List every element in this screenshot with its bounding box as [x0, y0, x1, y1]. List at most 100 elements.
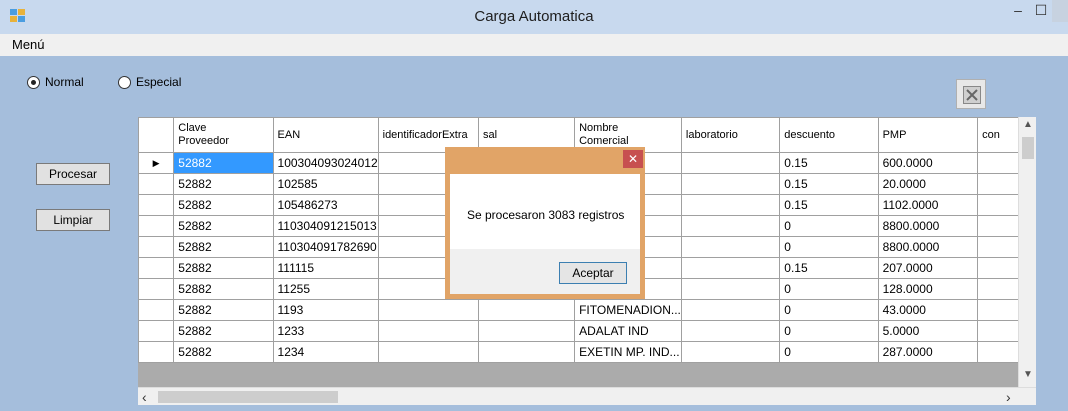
table-cell[interactable]: 0 [779, 278, 879, 300]
table-cell[interactable]: FITOMENADION... [574, 299, 682, 321]
table-cell[interactable]: 20.0000 [877, 173, 979, 195]
table-cell[interactable] [377, 320, 479, 342]
table-cell[interactable] [477, 341, 576, 363]
vertical-scrollbar[interactable]: ▲ ▼ [1018, 117, 1036, 387]
table-cell[interactable]: 0 [779, 299, 879, 321]
table-cell[interactable]: 52882 [173, 152, 274, 174]
column-header[interactable]: Clave Proveedor [173, 117, 274, 153]
table-cell[interactable]: 111115 [272, 257, 379, 279]
row-header[interactable] [138, 320, 175, 342]
table-cell[interactable]: 0.15 [779, 173, 879, 195]
table-cell[interactable]: 287.0000 [877, 341, 979, 363]
clear-button[interactable]: Limpiar [36, 209, 110, 231]
message-dialog: ✕ Se procesaron 3083 registros Aceptar [445, 147, 645, 299]
row-header[interactable] [138, 194, 175, 216]
table-cell[interactable] [680, 152, 781, 174]
table-cell[interactable]: 52882 [173, 173, 274, 195]
table-cell[interactable]: 52882 [173, 278, 274, 300]
table-cell[interactable]: 52882 [173, 236, 274, 258]
table-cell[interactable]: 8800.0000 [877, 215, 979, 237]
table-cell[interactable] [680, 320, 781, 342]
radio-circle [27, 75, 40, 89]
table-cell[interactable]: 11255 [272, 278, 379, 300]
scroll-thumb[interactable] [1022, 137, 1034, 159]
row-header[interactable]: ▶ [138, 152, 175, 174]
table-cell[interactable]: EXETIN MP. IND... [574, 341, 682, 363]
table-cell[interactable]: 52882 [173, 194, 274, 216]
table-cell[interactable] [477, 320, 576, 342]
menu-item-menu[interactable]: Menú [12, 37, 45, 52]
table-cell[interactable] [680, 341, 781, 363]
table-cell[interactable]: 0 [779, 320, 879, 342]
table-cell[interactable]: 5.0000 [877, 320, 979, 342]
table-cell[interactable]: 52882 [173, 215, 274, 237]
table-cell[interactable]: 1102.0000 [877, 194, 979, 216]
row-header[interactable] [138, 215, 175, 237]
radio-especial-label: Especial [136, 75, 182, 89]
table-cell[interactable]: 0.15 [779, 152, 879, 174]
table-cell[interactable]: 0.15 [779, 194, 879, 216]
table-row[interactable]: 52882 1193 FITOMENADION... 0 43.0000 [138, 299, 1036, 321]
table-cell[interactable]: 207.0000 [877, 257, 979, 279]
row-header[interactable] [138, 257, 175, 279]
table-cell[interactable]: 43.0000 [877, 299, 979, 321]
column-header[interactable]: laboratorio [680, 117, 781, 153]
table-cell[interactable]: 0 [779, 341, 879, 363]
scroll-left-icon[interactable]: ‹ [142, 389, 147, 405]
radio-especial[interactable]: Especial [118, 75, 181, 89]
row-header[interactable] [138, 278, 175, 300]
row-header[interactable] [138, 299, 175, 321]
scroll-right-icon[interactable]: › [1006, 389, 1011, 405]
table-cell[interactable]: 52882 [173, 341, 274, 363]
table-cell[interactable]: 1234 [272, 341, 379, 363]
table-cell[interactable]: 52882 [173, 299, 274, 321]
table-cell[interactable]: 100304093024012 [272, 152, 379, 174]
table-cell[interactable]: 0 [779, 236, 879, 258]
ok-button[interactable]: Aceptar [559, 262, 627, 284]
scroll-up-icon[interactable]: ▲ [1019, 119, 1036, 130]
table-cell[interactable]: 52882 [173, 320, 274, 342]
table-cell[interactable] [377, 341, 479, 363]
table-cell[interactable]: 1193 [272, 299, 379, 321]
scroll-thumb[interactable] [158, 391, 338, 403]
table-cell[interactable]: 128.0000 [877, 278, 979, 300]
process-button[interactable]: Procesar [36, 163, 110, 185]
radio-normal[interactable]: Normal [27, 75, 84, 89]
row-header[interactable] [138, 341, 175, 363]
table-cell[interactable]: 0 [779, 215, 879, 237]
column-header[interactable]: PMP [877, 117, 979, 153]
table-cell[interactable] [680, 194, 781, 216]
table-cell[interactable]: 1233 [272, 320, 379, 342]
export-excel-button[interactable] [956, 79, 986, 109]
column-header[interactable]: EAN [272, 117, 379, 153]
table-cell[interactable]: 110304091215013 [272, 215, 379, 237]
maximize-button[interactable]: ☐ [1030, 0, 1052, 22]
table-row[interactable]: 52882 1233 ADALAT IND 0 5.0000 [138, 320, 1036, 342]
table-cell[interactable] [680, 236, 781, 258]
table-cell[interactable] [680, 173, 781, 195]
table-cell[interactable]: 8800.0000 [877, 236, 979, 258]
row-header[interactable] [138, 236, 175, 258]
close-button[interactable]: ✕ [1052, 0, 1068, 22]
table-cell[interactable]: 52882 [173, 257, 274, 279]
table-cell[interactable]: 105486273 [272, 194, 379, 216]
table-cell[interactable]: 600.0000 [877, 152, 979, 174]
dialog-footer: Aceptar [450, 249, 640, 294]
table-cell[interactable]: 102585 [272, 173, 379, 195]
table-cell[interactable] [680, 278, 781, 300]
table-cell[interactable]: 110304091782690 [272, 236, 379, 258]
table-cell[interactable]: 0.15 [779, 257, 879, 279]
scroll-down-icon[interactable]: ▼ [1019, 369, 1036, 380]
column-header[interactable]: descuento [779, 117, 879, 153]
row-header[interactable] [138, 173, 175, 195]
table-cell[interactable] [680, 299, 781, 321]
table-cell[interactable] [680, 257, 781, 279]
dialog-close-button[interactable]: ✕ [623, 150, 643, 168]
table-cell[interactable] [680, 215, 781, 237]
horizontal-scrollbar[interactable]: ‹ › [138, 387, 1036, 405]
table-row[interactable]: 52882 1234 EXETIN MP. IND... 0 287.0000 [138, 341, 1036, 363]
table-cell[interactable] [377, 299, 479, 321]
minimize-button[interactable]: – [1006, 0, 1030, 22]
table-cell[interactable]: ADALAT IND [574, 320, 682, 342]
table-cell[interactable] [477, 299, 576, 321]
